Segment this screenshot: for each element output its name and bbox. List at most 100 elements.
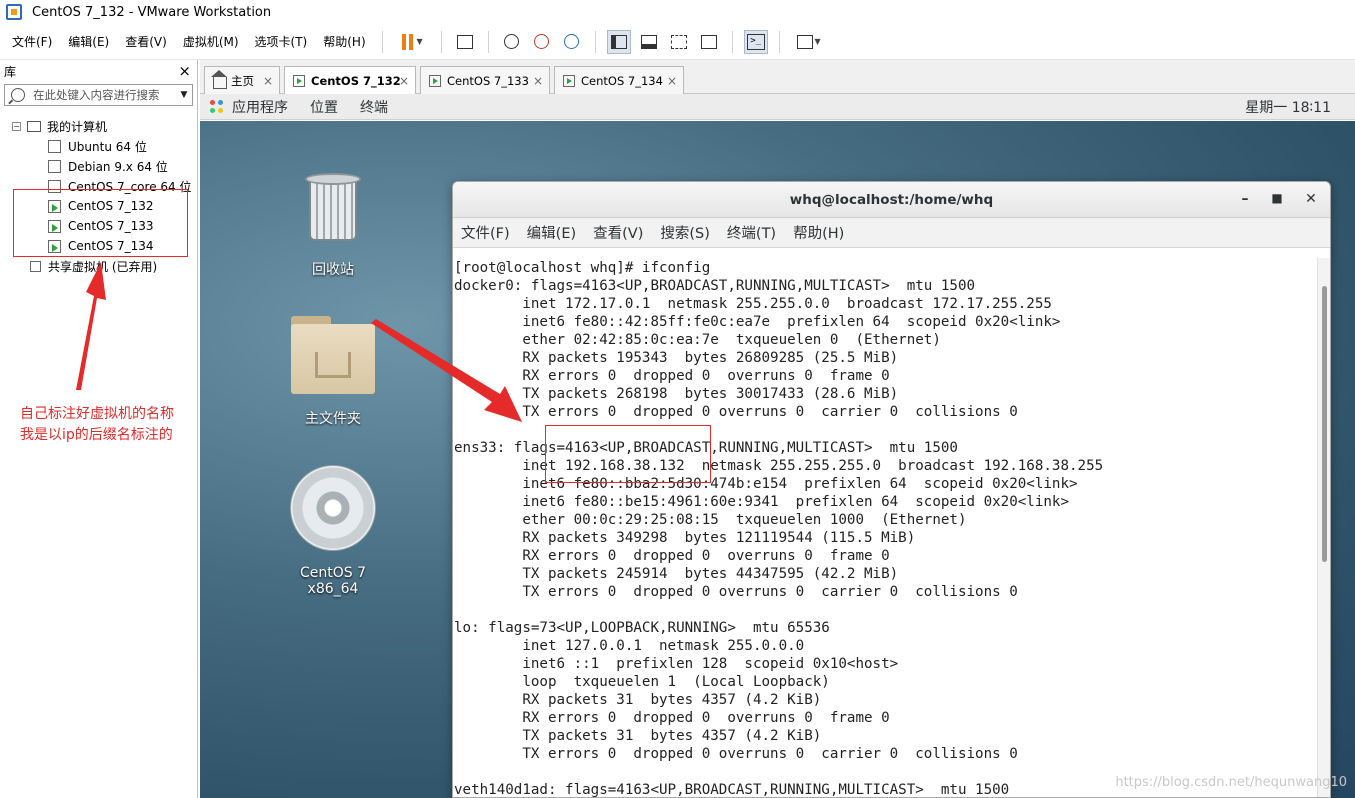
terminal-menu-view[interactable]: 查看(V): [593, 222, 643, 243]
terminal-output[interactable]: [root@localhost whq]# ifconfig docker0: f…: [453, 258, 1319, 797]
desktop-icon-home-folder[interactable]: 主文件夹: [273, 316, 393, 428]
tab-centos-132[interactable]: CentOS 7_132 ×: [284, 66, 416, 95]
vm-icon: [46, 137, 61, 153]
menu-tabs[interactable]: 选项卡(T): [247, 30, 316, 54]
vm-running-icon: [293, 75, 305, 87]
gnome-places-menu[interactable]: 位置: [310, 97, 338, 117]
library-search[interactable]: 在此处键入内容进行搜索 ▼: [4, 84, 193, 106]
close-icon[interactable]: ×: [178, 62, 191, 80]
close-icon[interactable]: ×: [533, 74, 543, 88]
annotation-box: [13, 189, 188, 257]
close-icon[interactable]: ×: [263, 74, 273, 88]
terminal-menu-terminal[interactable]: 终端(T): [727, 222, 776, 243]
terminal-line: TX packets 31 bytes 4357 (4.2 KiB): [454, 728, 822, 744]
menu-help[interactable]: 帮助(H): [315, 30, 373, 54]
tree-label: 共享虚拟机 (已弃用): [48, 259, 158, 274]
thumbnail-view-button[interactable]: [637, 30, 661, 54]
library-view-button[interactable]: [606, 29, 631, 54]
terminal-line: [root@localhost whq]# ifconfig: [454, 260, 711, 276]
desktop-icon-label: CentOS 7 x86_64: [299, 565, 366, 597]
library-header: 库 ×: [0, 60, 197, 82]
menu-view[interactable]: 查看(V): [117, 30, 175, 54]
fullscreen-icon: [670, 34, 687, 49]
close-icon[interactable]: ×: [667, 74, 677, 88]
terminal-line: inet 172.17.0.1 netmask 255.255.0.0 broa…: [454, 296, 1052, 312]
snapshot-button[interactable]: [500, 30, 524, 54]
menu-vm[interactable]: 虚拟机(M): [175, 30, 247, 54]
fullscreen-button[interactable]: [667, 30, 691, 54]
send-ctrl-alt-del-icon: [456, 34, 473, 49]
terminal-menu-edit[interactable]: 编辑(E): [527, 222, 576, 243]
trash-icon: [305, 173, 361, 243]
terminal-line: RX packets 349298 bytes 121119544 (115.5…: [454, 530, 916, 546]
stretch-icon: [796, 34, 813, 49]
desktop-icon-trash[interactable]: 回收站: [273, 173, 393, 279]
gnome-applications-menu[interactable]: 应用程序: [232, 97, 288, 117]
toolbar-separator: [381, 30, 383, 53]
terminal-menu-file[interactable]: 文件(F): [461, 222, 510, 243]
window-title: CentOS 7_132 - VMware Workstation: [32, 4, 272, 20]
thumbnail-view-icon: [640, 34, 657, 49]
terminal-line: TX errors 0 dropped 0 overruns 0 carrier…: [454, 404, 1018, 420]
tree-item-vm[interactable]: Ubuntu 64 位: [46, 136, 147, 156]
terminal-line: inet6 fe80::be15:4961:60e:9341 prefixlen…: [454, 494, 1069, 510]
terminal-menu-search[interactable]: 搜索(S): [660, 222, 710, 243]
terminal-line: TX packets 245914 bytes 44347595 (42.2 M…: [454, 566, 899, 582]
tree-label: Debian 9.x 64 位: [68, 159, 168, 174]
maximize-icon[interactable]: ■: [1268, 191, 1286, 205]
terminal-scrollbar[interactable]: [1317, 258, 1330, 797]
terminal-line: lo: flags=73<UP,LOOPBACK,RUNNING> mtu 65…: [454, 620, 830, 636]
tab-centos-134[interactable]: CentOS 7_134 ×: [554, 66, 684, 94]
window-titlebar: CentOS 7_132 - VMware Workstation: [0, 0, 1355, 24]
chevron-down-icon[interactable]: ▼: [176, 90, 192, 100]
minimize-icon[interactable]: –: [1236, 191, 1254, 207]
terminal-line: loop txqueuelen 1 (Local Loopback): [454, 674, 830, 690]
tree-item-my-computer[interactable]: − 我的计算机: [12, 116, 107, 136]
terminal-window[interactable]: whq@localhost:/home/whq – ■ ✕ 文件(F) 编辑(E…: [452, 181, 1331, 798]
tab-centos-133[interactable]: CentOS 7_133 ×: [420, 66, 550, 94]
terminal-menu-help[interactable]: 帮助(H): [793, 222, 844, 243]
close-icon[interactable]: ×: [399, 74, 409, 88]
terminal-titlebar[interactable]: whq@localhost:/home/whq – ■ ✕: [453, 182, 1330, 218]
send-ctrl-alt-del-button[interactable]: [453, 30, 477, 54]
revert-snapshot-button[interactable]: [530, 30, 554, 54]
tree-item-vm[interactable]: Debian 9.x 64 位: [46, 156, 168, 176]
unity-button[interactable]: [697, 30, 721, 54]
snapshot-icon: [504, 34, 520, 49]
menu-file[interactable]: 文件(F): [4, 30, 60, 54]
scrollbar-thumb[interactable]: [1322, 286, 1327, 562]
tab-label: 主页: [231, 73, 254, 88]
computer-icon: [27, 120, 41, 132]
tab-label: CentOS 7_134: [581, 73, 663, 88]
tab-home[interactable]: 主页 ×: [204, 66, 280, 94]
close-icon[interactable]: ✕: [1302, 191, 1320, 207]
annotation-text: 自己标注好虚拟机的名称: [20, 406, 174, 422]
menu-edit[interactable]: 编辑(E): [60, 30, 117, 54]
stretch-button[interactable]: ▼: [791, 30, 827, 54]
desktop-icon-dvd[interactable]: CentOS 7 x86_64: [273, 465, 393, 597]
gnome-clock[interactable]: 星期一 18∶11: [1245, 97, 1331, 117]
console-button[interactable]: >_: [743, 29, 768, 54]
terminal-line: TX errors 0 dropped 0 overruns 0 carrier…: [454, 584, 1018, 600]
terminal-line: inet6 fe80::42:85ff:fe0c:ea7e prefixlen …: [454, 314, 1061, 330]
library-title: 库: [4, 64, 17, 79]
library-panel: 库 × 在此处键入内容进行搜索 ▼ − 我的计算机 Ubuntu 64 位 De…: [0, 60, 198, 798]
toolbar-separator: [778, 30, 780, 53]
desktop-icon-label: 主文件夹: [305, 411, 361, 427]
applications-icon: [210, 99, 224, 114]
console-icon: >_: [746, 33, 765, 50]
pause-button[interactable]: ▼: [394, 30, 430, 54]
search-input[interactable]: 在此处键入内容进行搜索: [33, 87, 176, 103]
tab-label: CentOS 7_132: [311, 74, 401, 88]
pause-icon-bar: [409, 33, 414, 50]
ip-highlight-box: [545, 425, 711, 483]
tree-label: 我的计算机: [47, 119, 108, 134]
terminal-line: ether 02:42:85:0c:ea:7e txqueuelen 0 (Et…: [454, 332, 941, 348]
menubar: 文件(F) 编辑(E) 查看(V) 虚拟机(M) 选项卡(T) 帮助(H) ▼ …: [0, 24, 1355, 60]
collapse-icon[interactable]: −: [12, 121, 21, 131]
terminal-line: RX errors 0 dropped 0 overruns 0 frame 0: [454, 710, 890, 726]
gnome-terminal-menu[interactable]: 终端: [360, 97, 388, 117]
snapshot-manager-button[interactable]: [560, 30, 584, 54]
tree-item-shared-vms[interactable]: 共享虚拟机 (已弃用): [28, 256, 158, 276]
terminal-line: TX errors 0 dropped 0 overruns 0 carrier…: [454, 746, 1018, 762]
